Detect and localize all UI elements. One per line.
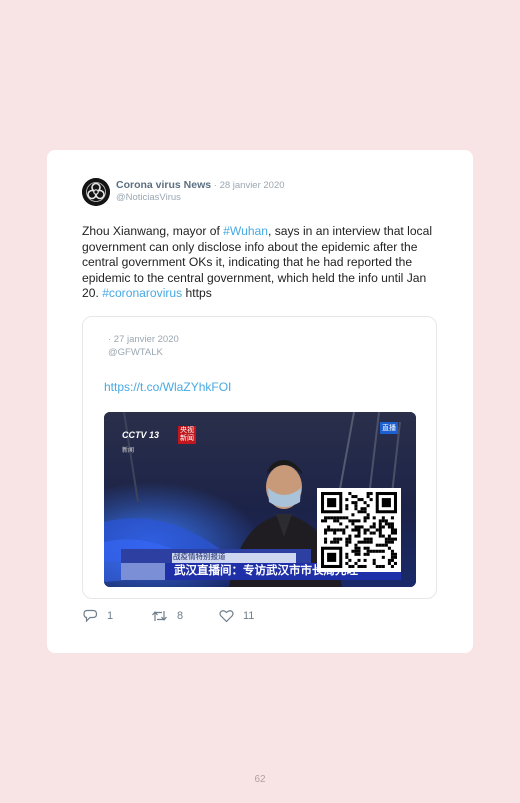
- retweet-count: 8: [177, 610, 184, 622]
- tweet-text-part3: https: [182, 286, 212, 300]
- biohazard-icon: [82, 178, 110, 206]
- avatar[interactable]: [82, 178, 110, 206]
- reply-icon: [83, 609, 98, 623]
- like-action[interactable]: 11: [219, 609, 254, 623]
- quoted-link[interactable]: https://t.co/WlaZYhkFOI: [104, 380, 231, 394]
- reply-action[interactable]: 1: [83, 609, 113, 623]
- reply-count: 1: [107, 610, 114, 622]
- hashtag-wuhan[interactable]: #Wuhan: [223, 224, 268, 238]
- author-handle[interactable]: @NoticiasVirus: [116, 192, 181, 203]
- retweet-icon: [152, 611, 167, 621]
- quoted-date: · 27 janvier 2020: [108, 334, 179, 345]
- live-badge: 直播: [380, 422, 398, 434]
- tweet-text: Zhou Xianwang, mayor of #Wuhan, says in …: [82, 224, 442, 302]
- author-name[interactable]: Corona virus News: [116, 179, 211, 191]
- tweet-text-part1: Zhou Xianwang, mayor of: [82, 224, 224, 238]
- quoted-tweet[interactable]: · 27 janvier 2020 @GFWTALK https://t.co/…: [82, 316, 437, 599]
- program-logo: 央视新闻: [178, 426, 197, 444]
- retweet-action[interactable]: 8: [151, 609, 183, 623]
- cctv-logo: CCTV 13 央视新闻 新闻: [122, 426, 197, 454]
- like-count: 11: [243, 610, 255, 622]
- qr-code: [317, 488, 401, 572]
- page-number: 62: [254, 774, 266, 785]
- heart-icon: [219, 610, 234, 623]
- quoted-handle[interactable]: @GFWTALK: [108, 347, 163, 358]
- channel-sub: 新闻: [122, 448, 135, 454]
- tweet-author: Corona virus News · 28 janvier 2020: [116, 179, 285, 192]
- qr-code-icon: [321, 492, 397, 568]
- channel-logo: CCTV 13: [122, 430, 160, 440]
- ticker-small: 战疫情特别报道: [173, 552, 226, 561]
- tweet-date[interactable]: · 28 janvier 2020: [211, 180, 285, 191]
- video-thumbnail[interactable]: CCTV 13 央视新闻 新闻 直播 战疫情特别报道 武汉直播间：专访武汉市市长…: [104, 412, 416, 587]
- hashtag-coronavirus[interactable]: #coronarovirus: [102, 286, 182, 300]
- tweet-card: Corona virus News · 28 janvier 2020 @Not…: [47, 150, 473, 653]
